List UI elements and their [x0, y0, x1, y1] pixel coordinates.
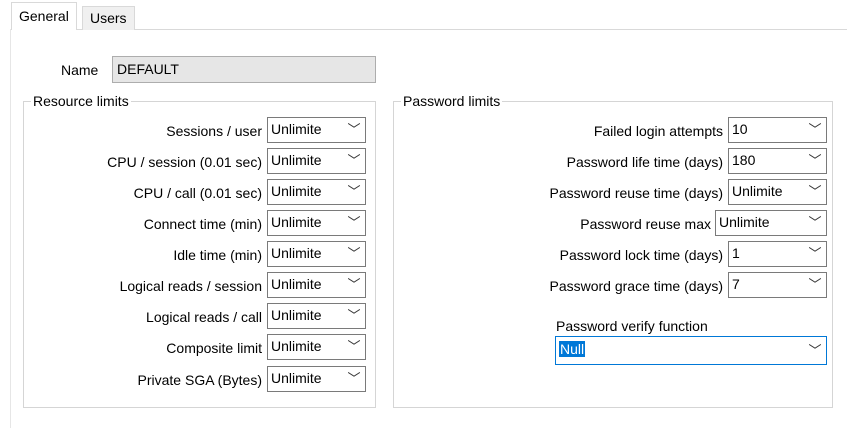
- row-logical-reads-session: Logical reads / session: [30, 272, 262, 299]
- chevron-down-icon: ﹀: [347, 184, 361, 199]
- chevron-down-icon: ﹀: [808, 122, 822, 137]
- logical-reads-call-value: Unlimite: [271, 307, 322, 323]
- cpu-per-call-select[interactable]: Unlimite ﹀: [267, 179, 366, 205]
- private-sga-value: Unlimite: [271, 370, 322, 386]
- row-password-life-time: Password life time (days): [400, 148, 723, 175]
- password-limits-title: Password limits: [401, 93, 503, 109]
- chevron-down-icon: ﹀: [347, 215, 361, 230]
- logical-reads-call-label: Logical reads / call: [146, 309, 262, 325]
- chevron-down-icon: ﹀: [347, 371, 361, 386]
- chevron-down-icon: ﹀: [808, 215, 822, 230]
- password-grace-time-value: 7: [732, 276, 740, 292]
- row-composite-limit: Composite limit: [30, 334, 262, 361]
- password-lock-time-value: 1: [732, 245, 740, 261]
- row-password-reuse-max: Password reuse max: [400, 210, 711, 237]
- chevron-down-icon: ﹀: [347, 246, 361, 261]
- idle-time-label: Idle time (min): [173, 247, 262, 263]
- password-lock-time-label: Password lock time (days): [559, 247, 723, 263]
- logical-reads-call-select[interactable]: Unlimite ﹀: [267, 303, 366, 329]
- password-reuse-time-value: Unlimite: [732, 183, 783, 199]
- password-verify-function-label: Password verify function: [556, 318, 708, 334]
- failed-login-attempts-value: 10: [732, 121, 748, 137]
- row-password-lock-time: Password lock time (days): [400, 241, 723, 268]
- connect-time-select[interactable]: Unlimite ﹀: [267, 210, 366, 236]
- chevron-down-icon: ﹀: [347, 122, 361, 137]
- connect-time-label: Connect time (min): [143, 216, 262, 232]
- tab-divider: [10, 29, 847, 30]
- resource-limits-title: Resource limits: [31, 93, 131, 109]
- tab-general[interactable]: General: [11, 2, 77, 30]
- password-grace-time-select[interactable]: 7 ﹀: [728, 272, 827, 298]
- chevron-down-icon: ﹀: [808, 343, 822, 358]
- chevron-down-icon: ﹀: [347, 308, 361, 323]
- connect-time-value: Unlimite: [271, 214, 322, 230]
- password-reuse-max-select[interactable]: Unlimite ﹀: [715, 210, 827, 236]
- composite-limit-value: Unlimite: [271, 338, 322, 354]
- composite-limit-select[interactable]: Unlimite ﹀: [267, 334, 366, 360]
- composite-limit-label: Composite limit: [166, 340, 262, 356]
- row-connect-time: Connect time (min): [30, 210, 262, 237]
- logical-reads-session-value: Unlimite: [271, 276, 322, 292]
- row-password-grace-time: Password grace time (days): [400, 272, 723, 299]
- cpu-per-session-label: CPU / session (0.01 sec): [107, 154, 262, 170]
- tab-users[interactable]: Users: [82, 6, 135, 30]
- row-idle-time: Idle time (min): [30, 241, 262, 268]
- name-field: DEFAULT: [112, 56, 376, 83]
- chevron-down-icon: ﹀: [347, 277, 361, 292]
- password-verify-function-value: Null: [559, 341, 586, 357]
- idle-time-select[interactable]: Unlimite ﹀: [267, 241, 366, 267]
- row-cpu-per-session: CPU / session (0.01 sec): [30, 148, 262, 175]
- password-grace-time-label: Password grace time (days): [549, 278, 723, 294]
- password-life-time-label: Password life time (days): [566, 154, 723, 170]
- sessions-per-user-value: Unlimite: [271, 121, 322, 137]
- chevron-down-icon: ﹀: [347, 153, 361, 168]
- row-private-sga: Private SGA (Bytes): [30, 366, 262, 393]
- sessions-per-user-select[interactable]: Unlimite ﹀: [267, 117, 366, 143]
- password-reuse-max-label: Password reuse max: [580, 216, 711, 232]
- chevron-down-icon: ﹀: [808, 277, 822, 292]
- chevron-down-icon: ﹀: [347, 339, 361, 354]
- failed-login-attempts-label: Failed login attempts: [593, 123, 723, 139]
- row-sessions-per-user: Sessions / user: [30, 117, 262, 144]
- row-logical-reads-call: Logical reads / call: [30, 303, 262, 330]
- password-life-time-select[interactable]: 180 ﹀: [728, 148, 827, 174]
- panel-border: [10, 29, 11, 428]
- password-reuse-max-value: Unlimite: [719, 214, 770, 230]
- private-sga-select[interactable]: Unlimite ﹀: [267, 366, 366, 392]
- logical-reads-session-label: Logical reads / session: [119, 278, 262, 294]
- failed-login-attempts-select[interactable]: 10 ﹀: [728, 117, 827, 143]
- password-reuse-time-select[interactable]: Unlimite ﹀: [728, 179, 827, 205]
- logical-reads-session-select[interactable]: Unlimite ﹀: [267, 272, 366, 298]
- password-life-time-value: 180: [732, 152, 756, 168]
- password-lock-time-select[interactable]: 1 ﹀: [728, 241, 827, 267]
- row-failed-login-attempts: Failed login attempts: [400, 117, 723, 144]
- name-label: Name: [61, 62, 99, 78]
- row-cpu-per-call: CPU / call (0.01 sec): [30, 179, 262, 206]
- private-sga-label: Private SGA (Bytes): [137, 372, 262, 388]
- password-reuse-time-label: Password reuse time (days): [549, 185, 723, 201]
- cpu-per-session-value: Unlimite: [271, 152, 322, 168]
- idle-time-value: Unlimite: [271, 245, 322, 261]
- cpu-per-call-value: Unlimite: [271, 183, 322, 199]
- chevron-down-icon: ﹀: [808, 246, 822, 261]
- chevron-down-icon: ﹀: [808, 153, 822, 168]
- sessions-per-user-label: Sessions / user: [166, 123, 262, 139]
- cpu-per-session-select[interactable]: Unlimite ﹀: [267, 148, 366, 174]
- cpu-per-call-label: CPU / call (0.01 sec): [133, 185, 262, 201]
- tab-strip: General Users: [0, 0, 847, 30]
- chevron-down-icon: ﹀: [808, 184, 822, 199]
- password-verify-function-select[interactable]: Null ﹀: [555, 336, 827, 365]
- row-password-reuse-time: Password reuse time (days): [400, 179, 723, 206]
